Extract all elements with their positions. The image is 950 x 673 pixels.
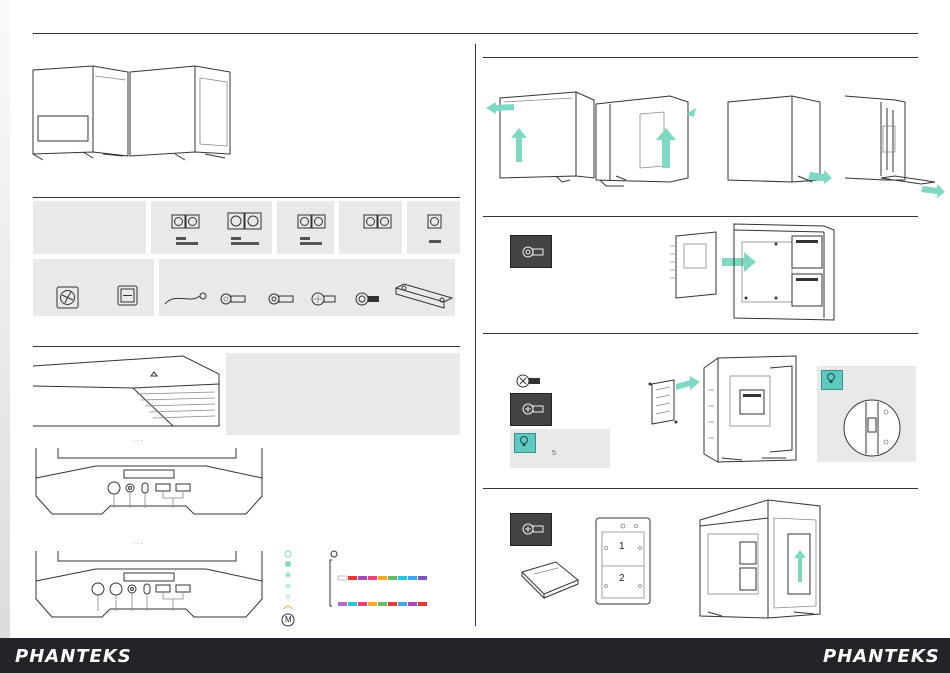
rgb-mode-legend — [281, 550, 427, 627]
top-panel-render — [32, 355, 220, 427]
fan-size-tag — [231, 242, 259, 245]
fan-size-tag — [176, 242, 198, 245]
motherboard-install-illustration — [670, 223, 835, 321]
lightbulb-glyph — [827, 373, 835, 383]
fan-size-tag — [300, 242, 322, 245]
fan-pair-icon — [171, 214, 200, 229]
cable-tie-icon — [164, 292, 207, 305]
motherboard-screw-icon — [220, 293, 246, 305]
ssd-drive-illustration — [521, 561, 579, 600]
thumb-screw-icon — [516, 374, 540, 388]
fan-pair-icon — [363, 214, 392, 229]
left-edge-gradient — [0, 0, 10, 638]
section-rule-accessories — [33, 197, 460, 198]
center-divider — [475, 44, 476, 626]
section-rule-storage — [483, 488, 918, 489]
standoff-screw-icon — [522, 246, 544, 258]
mounting-bracket-icon — [394, 283, 454, 309]
tray-slot-1-label: 1 — [619, 541, 625, 552]
case-side-render — [129, 65, 231, 161]
case-fan-icon — [56, 286, 79, 309]
remove-front-panel-illustration — [727, 95, 832, 184]
remove-glass-panel-illustration — [486, 91, 595, 183]
brand-logo-left: PHANTEKS — [15, 646, 132, 667]
section-rule-panels — [483, 57, 918, 58]
hdd-screw-icon — [522, 403, 544, 415]
footer-bar — [0, 638, 950, 673]
brand-logo-right: PHANTEKS — [823, 646, 940, 667]
fan-size-tag — [231, 237, 241, 240]
fan-pair-icon — [227, 212, 262, 230]
fan-size-tag — [429, 240, 441, 243]
hdd-tray-illustration — [595, 517, 651, 605]
fan-size-tag — [300, 237, 310, 240]
fan-single-icon — [427, 214, 442, 229]
front-io-panel-standard — [35, 448, 263, 515]
io-description-box — [226, 353, 460, 435]
front-io-panel-digital — [35, 551, 263, 618]
case-front-render — [32, 65, 129, 161]
mounting-detail-zoom — [843, 399, 901, 457]
tray-slot-2-label: 2 — [619, 573, 625, 584]
case-interior-storage-illustration — [699, 499, 821, 619]
standoff-screw-icon — [268, 293, 294, 305]
callout-tick: · · · — [133, 541, 143, 547]
hdd-screw-icon — [311, 292, 336, 306]
remove-bottom-filter-illustration — [844, 95, 945, 198]
section-rule-radiator — [483, 333, 918, 334]
mode-button-label: M — [285, 615, 292, 624]
fan-size-tag — [176, 237, 186, 240]
fan-pair-icon — [297, 214, 326, 229]
section-rule-io — [33, 346, 460, 347]
thumb-screw-icon — [355, 292, 379, 306]
speaker-module-icon — [117, 285, 138, 306]
lightbulb-glyph — [520, 436, 528, 446]
radiator-install-illustration — [648, 355, 797, 463]
hdd-screw-icon — [522, 523, 544, 535]
remove-side-panel-illustration — [595, 95, 696, 187]
fan-support-info-box — [33, 201, 146, 254]
step-number: 5 — [552, 450, 556, 457]
section-rule-motherboard — [483, 216, 918, 217]
header-rule-left — [33, 33, 918, 34]
callout-tick: · · · — [133, 438, 143, 444]
